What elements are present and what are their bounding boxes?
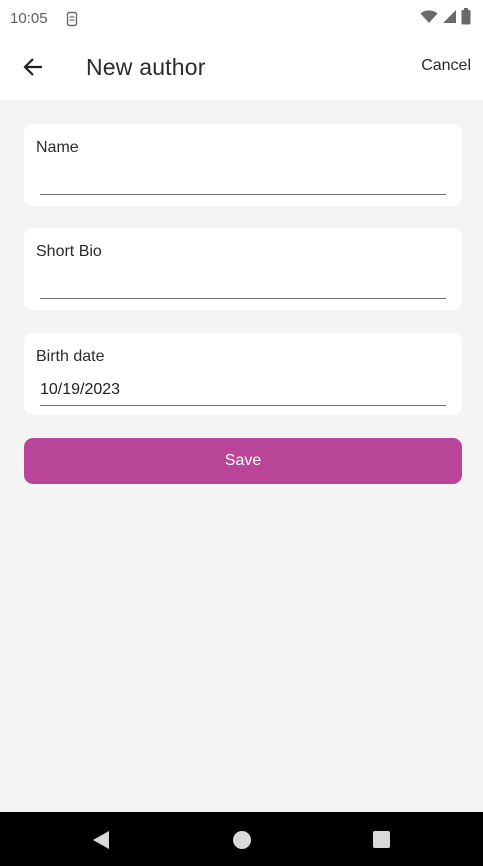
short-bio-card: Short Bio: [24, 228, 462, 310]
battery-icon: [461, 8, 471, 30]
app-bar: New author Cancel: [0, 38, 483, 100]
signal-icon: [442, 9, 457, 29]
birth-date-card: Birth date 10/19/2023: [24, 333, 462, 415]
name-card: Name: [24, 124, 462, 206]
save-button[interactable]: Save: [24, 438, 462, 484]
system-nav-bar: [0, 812, 483, 866]
back-button[interactable]: [18, 54, 48, 84]
sim-card-icon: [66, 11, 78, 27]
nav-home-icon[interactable]: [233, 831, 251, 849]
nav-back-icon[interactable]: [92, 831, 110, 854]
status-time: 10:05: [10, 10, 48, 27]
wifi-icon: [420, 9, 438, 29]
birth-date-underline: [40, 405, 446, 406]
short-bio-label: Short Bio: [36, 243, 102, 260]
birth-date-label: Birth date: [36, 348, 105, 365]
name-label: Name: [36, 139, 79, 156]
save-button-label: Save: [224, 452, 262, 469]
nav-recent-icon[interactable]: [373, 831, 390, 848]
status-bar: 10:05: [0, 0, 483, 38]
name-field[interactable]: [40, 168, 446, 195]
page-title: New author: [86, 54, 206, 80]
short-bio-field[interactable]: [40, 272, 446, 299]
cancel-button[interactable]: Cancel: [421, 57, 471, 75]
birth-date-field[interactable]: 10/19/2023: [40, 381, 120, 399]
status-icons: [420, 8, 471, 30]
arrow-left-icon: [22, 56, 44, 83]
